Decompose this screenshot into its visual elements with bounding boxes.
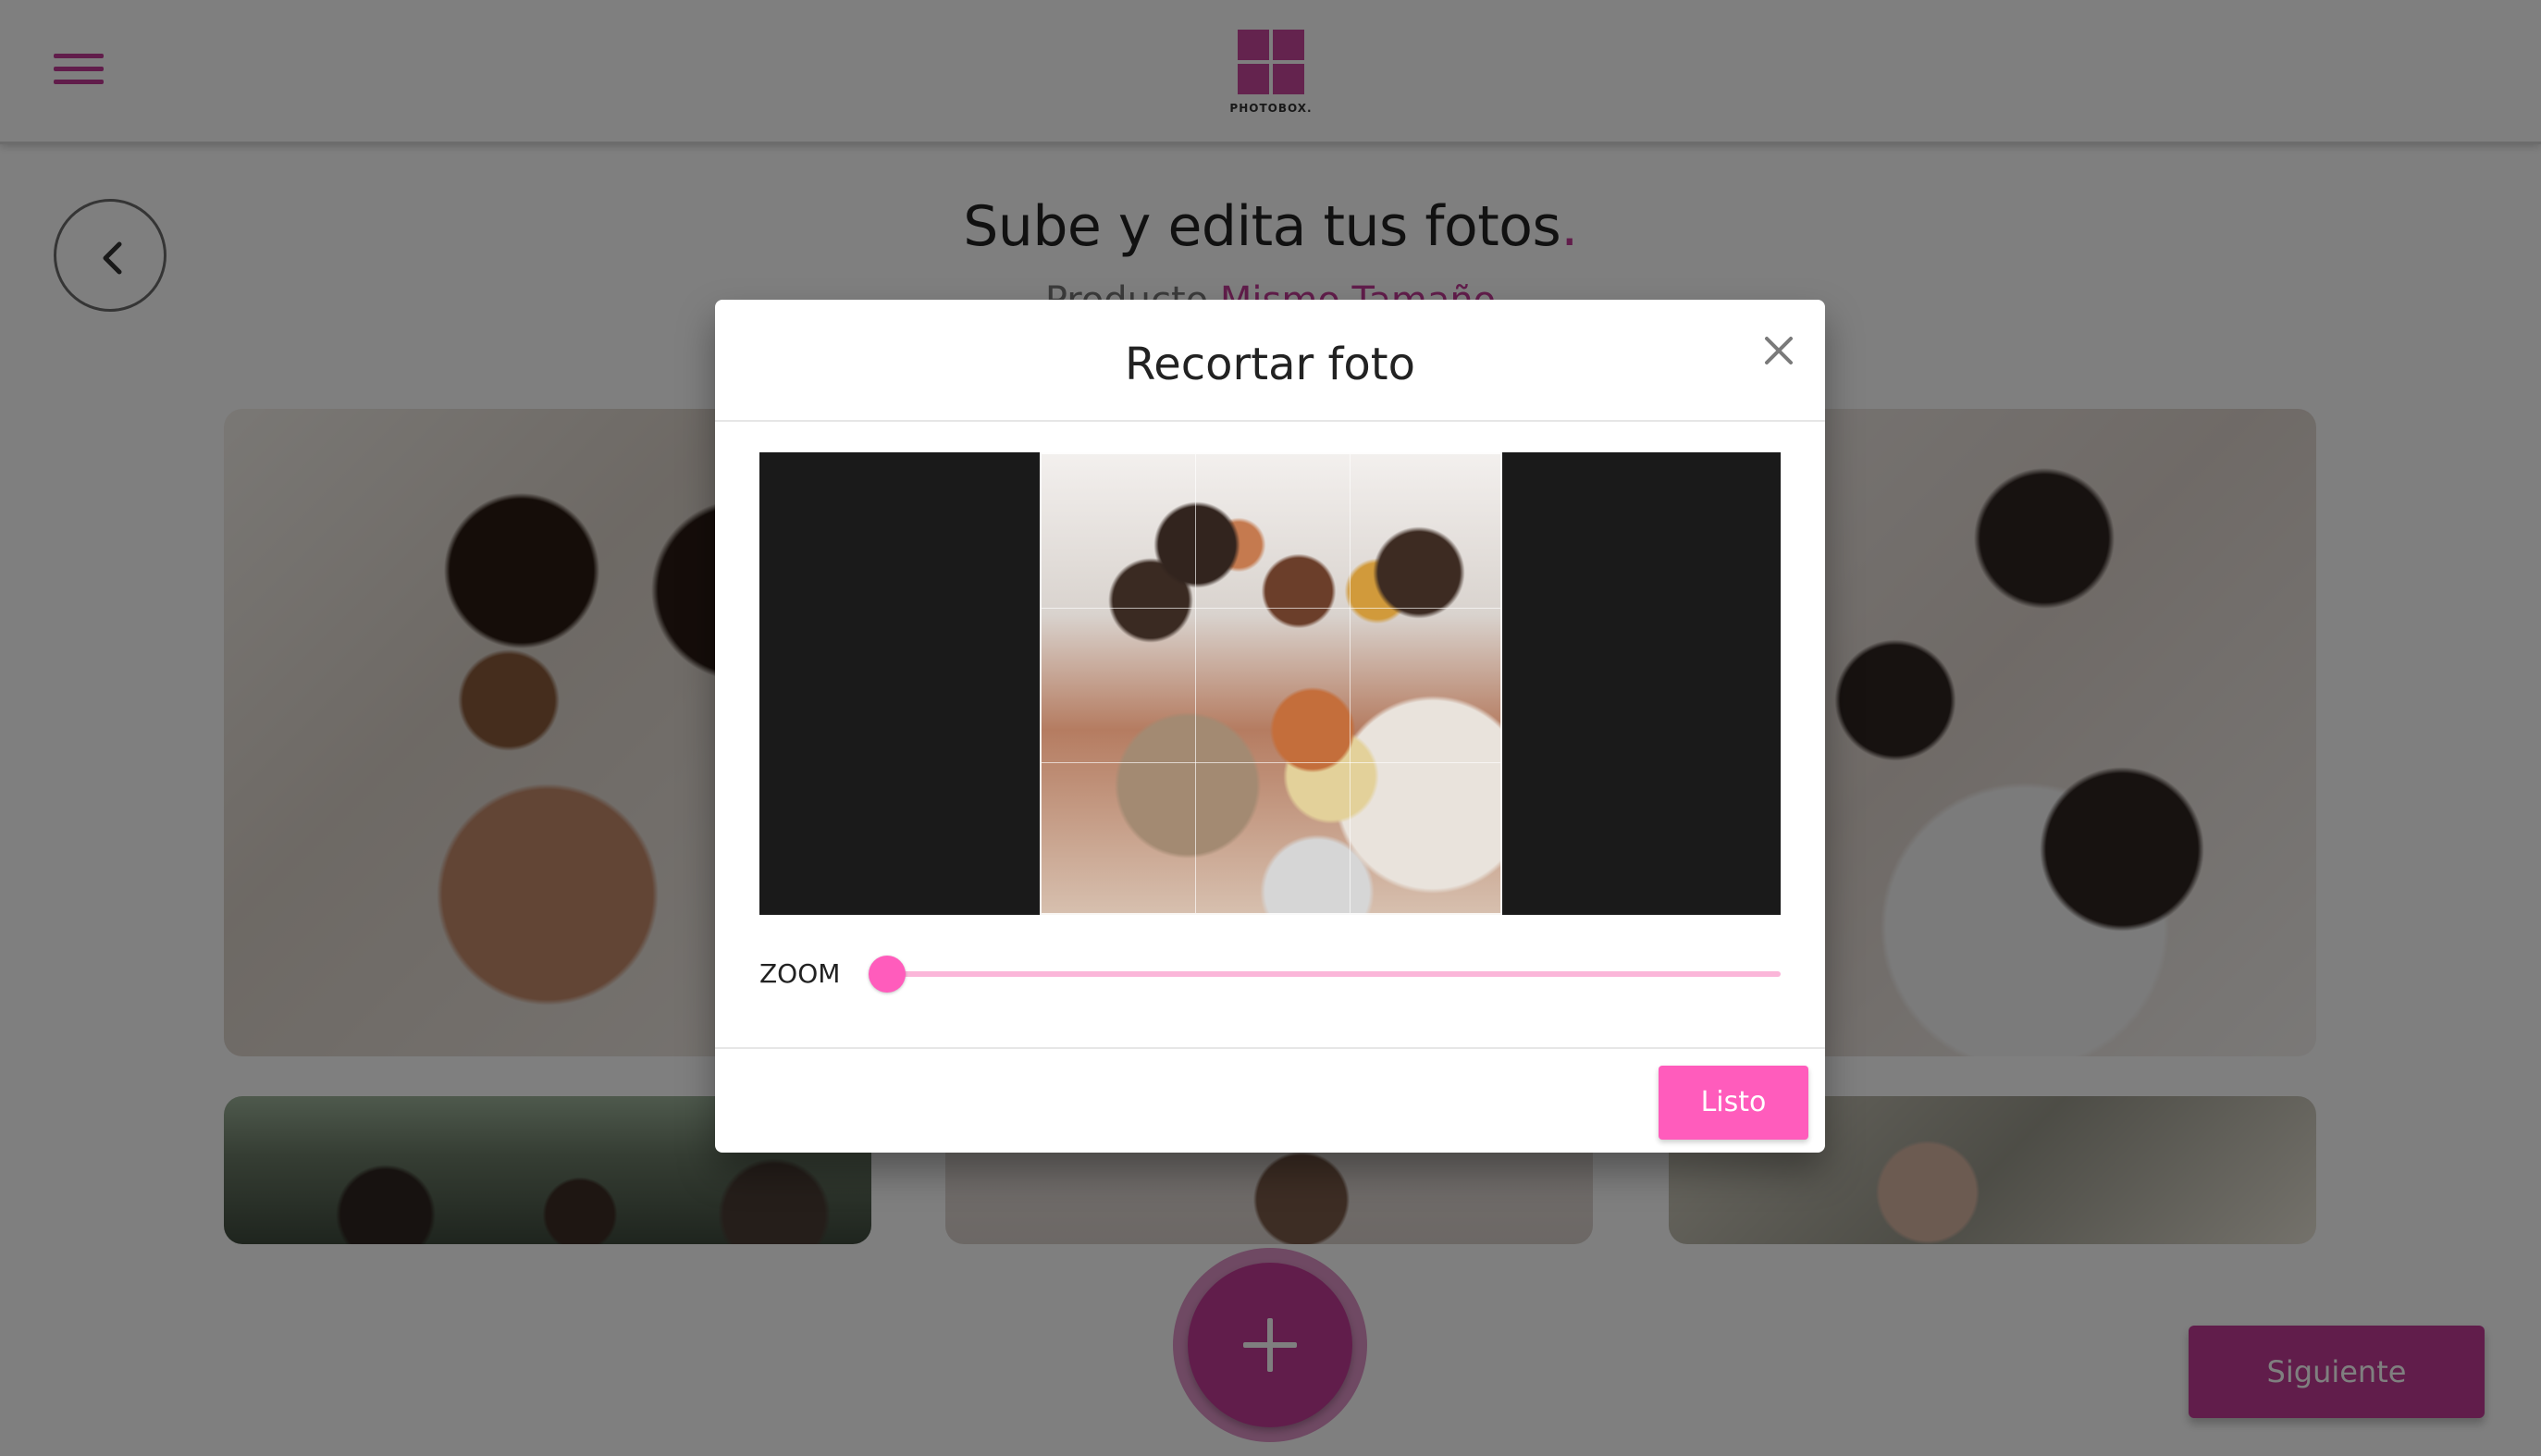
grid-line [1042, 608, 1500, 609]
done-button[interactable]: Listo [1659, 1066, 1808, 1140]
photo-upload-page: PHOTOBOX. Sube y edita tus fotos. Produc… [0, 0, 2541, 1456]
dialog-header: Recortar foto [715, 300, 1825, 422]
dialog-footer: Listo [715, 1047, 1825, 1153]
zoom-label: ZOOM [759, 958, 841, 989]
crop-photo-dialog: Recortar foto ZOOM Listo [715, 300, 1825, 1153]
dialog-title: Recortar foto [1125, 339, 1415, 390]
close-icon [1765, 337, 1793, 364]
zoom-slider[interactable] [869, 956, 1781, 993]
crop-frame[interactable] [1040, 452, 1502, 915]
grid-line [1042, 762, 1500, 763]
close-button[interactable] [1756, 327, 1802, 374]
grid-line [1195, 454, 1196, 913]
grid-line [1350, 454, 1351, 913]
zoom-slider-thumb[interactable] [869, 956, 906, 993]
crop-area[interactable] [759, 452, 1781, 915]
zoom-control: ZOOM [759, 955, 1781, 993]
